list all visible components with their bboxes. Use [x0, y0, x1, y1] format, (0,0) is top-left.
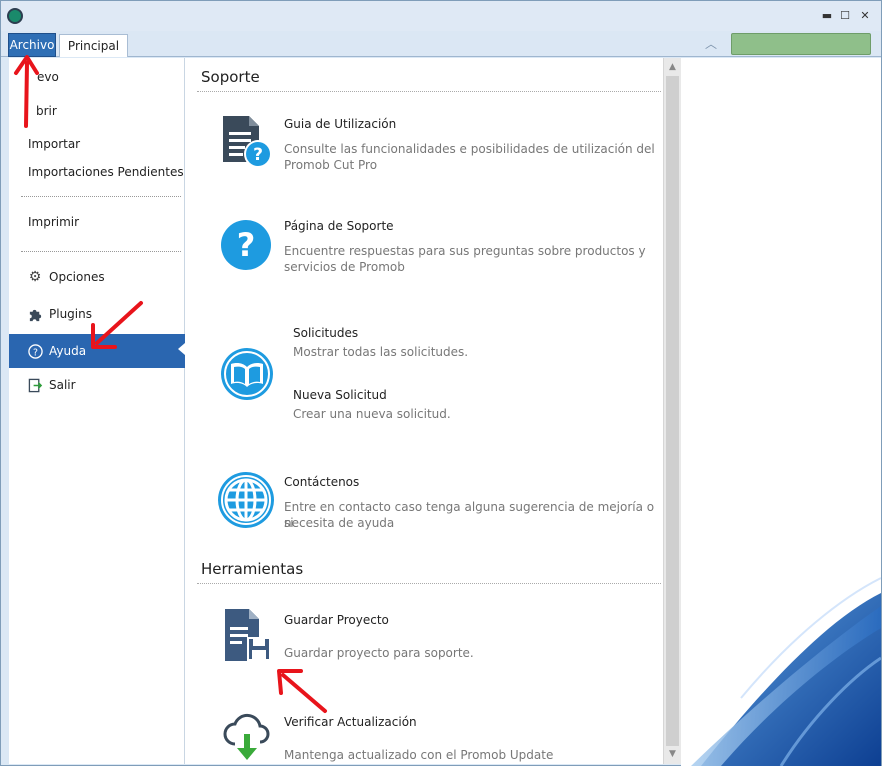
puzzle-icon	[27, 306, 43, 322]
close-button[interactable]: ✕	[857, 7, 873, 23]
guardar-proyecto-desc: Guardar proyecto para soporte.	[284, 646, 474, 660]
sidebar-item-label: evo	[37, 70, 59, 84]
ribbon-tabbar: Archivo Principal ︿	[1, 31, 881, 57]
scroll-up-arrow-icon[interactable]: ▲	[664, 59, 681, 75]
section-title-soporte: Soporte	[201, 68, 260, 86]
cloud-download-icon[interactable]	[221, 708, 273, 764]
sidebar-item-label: Plugins	[49, 307, 92, 321]
section-divider	[197, 583, 661, 584]
section-title-herramientas: Herramientas	[201, 560, 304, 578]
minimize-button[interactable]: ▬	[819, 7, 835, 23]
sidebar-item-opciones[interactable]: ⚙ Opciones	[9, 262, 185, 292]
document-help-icon[interactable]: ?	[219, 114, 273, 173]
exit-icon	[27, 377, 43, 393]
sidebar-item-importar[interactable]: Importar	[9, 129, 185, 159]
gear-icon: ⚙	[28, 269, 42, 285]
verificar-actualizacion-desc: Mantenga actualizado con el Promob Updat…	[284, 748, 554, 762]
tab-archivo[interactable]: Archivo	[8, 33, 56, 57]
solicitudes-desc: Mostrar todas las solicitudes.	[293, 345, 469, 359]
sidebar-item-importaciones-pendientes[interactable]: Importaciones Pendientes	[9, 157, 185, 187]
pagina-soporte-desc-line2: servicios de Promob	[284, 260, 405, 274]
decorative-swoosh	[691, 577, 881, 766]
tab-principal[interactable]: Principal	[59, 34, 128, 57]
save-project-icon[interactable]	[223, 607, 273, 668]
globe-icon[interactable]	[217, 471, 275, 532]
scroll-thumb[interactable]	[666, 76, 679, 746]
sidebar-item-label: Importaciones Pendientes	[28, 165, 184, 179]
help-circle-icon[interactable]: ?	[220, 219, 272, 274]
active-indicator	[178, 343, 185, 355]
section-divider	[197, 91, 661, 92]
sidebar-item-label: Opciones	[49, 270, 105, 284]
sidebar-item-label: Salir	[49, 378, 76, 392]
sidebar-item-label: Ayuda	[49, 344, 87, 358]
scroll-down-arrow-icon[interactable]: ▼	[664, 746, 681, 762]
book-icon[interactable]	[220, 347, 274, 404]
sidebar-item-ayuda[interactable]: ? Ayuda	[9, 334, 185, 368]
sidebar-item-abrir[interactable]: brir	[9, 96, 185, 126]
backstage-sidebar: evo brir Importar Importaciones Pendient…	[9, 58, 185, 764]
sidebar-item-salir[interactable]: Salir	[9, 370, 185, 400]
sidebar-item-plugins[interactable]: Plugins	[9, 299, 185, 329]
svg-text:?: ?	[33, 347, 38, 358]
solicitudes-link[interactable]: Solicitudes	[293, 326, 358, 340]
contactenos-desc-line2: necesita de ayuda	[284, 516, 395, 530]
guia-utilizacion-desc-line1: Consulte las funcionalidades e posibilid…	[284, 142, 655, 156]
nueva-solicitud-desc: Crear una nueva solicitud.	[293, 407, 451, 421]
app-window: ▬ ☐ ✕ Archivo Principal ︿ evo brir Impor…	[0, 0, 882, 766]
sidebar-item-label: brir	[36, 104, 57, 118]
sidebar-item-label: Imprimir	[28, 215, 80, 229]
sidebar-divider	[21, 251, 181, 252]
pagina-soporte-link[interactable]: Página de Soporte	[284, 219, 394, 233]
sidebar-item-imprimir[interactable]: Imprimir	[9, 207, 185, 237]
guardar-proyecto-link[interactable]: Guardar Proyecto	[284, 613, 389, 627]
status-indicator	[731, 33, 871, 55]
pagina-soporte-desc-line1: Encuentre respuestas para sus preguntas …	[284, 244, 646, 258]
contactenos-link[interactable]: Contáctenos	[284, 475, 359, 489]
verificar-actualizacion-link[interactable]: Verificar Actualización	[284, 715, 417, 729]
content-scrollbar[interactable]: ▲ ▼	[663, 58, 681, 764]
sidebar-item-nuevo[interactable]: evo	[9, 62, 185, 92]
help-icon: ?	[27, 343, 43, 359]
sidebar-divider	[21, 196, 181, 197]
title-bar: ▬ ☐ ✕	[1, 1, 881, 31]
help-content-panel: Soporte ? Guia de Utilización Consulte l…	[185, 58, 663, 764]
collapse-ribbon-icon[interactable]: ︿	[705, 35, 717, 52]
guia-utilizacion-desc-line2: Promob Cut Pro	[284, 158, 378, 172]
sidebar-item-label: Importar	[28, 137, 81, 151]
app-logo-icon	[7, 8, 23, 24]
maximize-button[interactable]: ☐	[837, 7, 853, 23]
guia-utilizacion-link[interactable]: Guia de Utilización	[284, 117, 396, 131]
svg-text:?: ?	[253, 145, 263, 165]
nueva-solicitud-link[interactable]: Nueva Solicitud	[293, 388, 387, 402]
svg-text:?: ?	[237, 226, 256, 264]
decorative-panel	[681, 58, 881, 766]
